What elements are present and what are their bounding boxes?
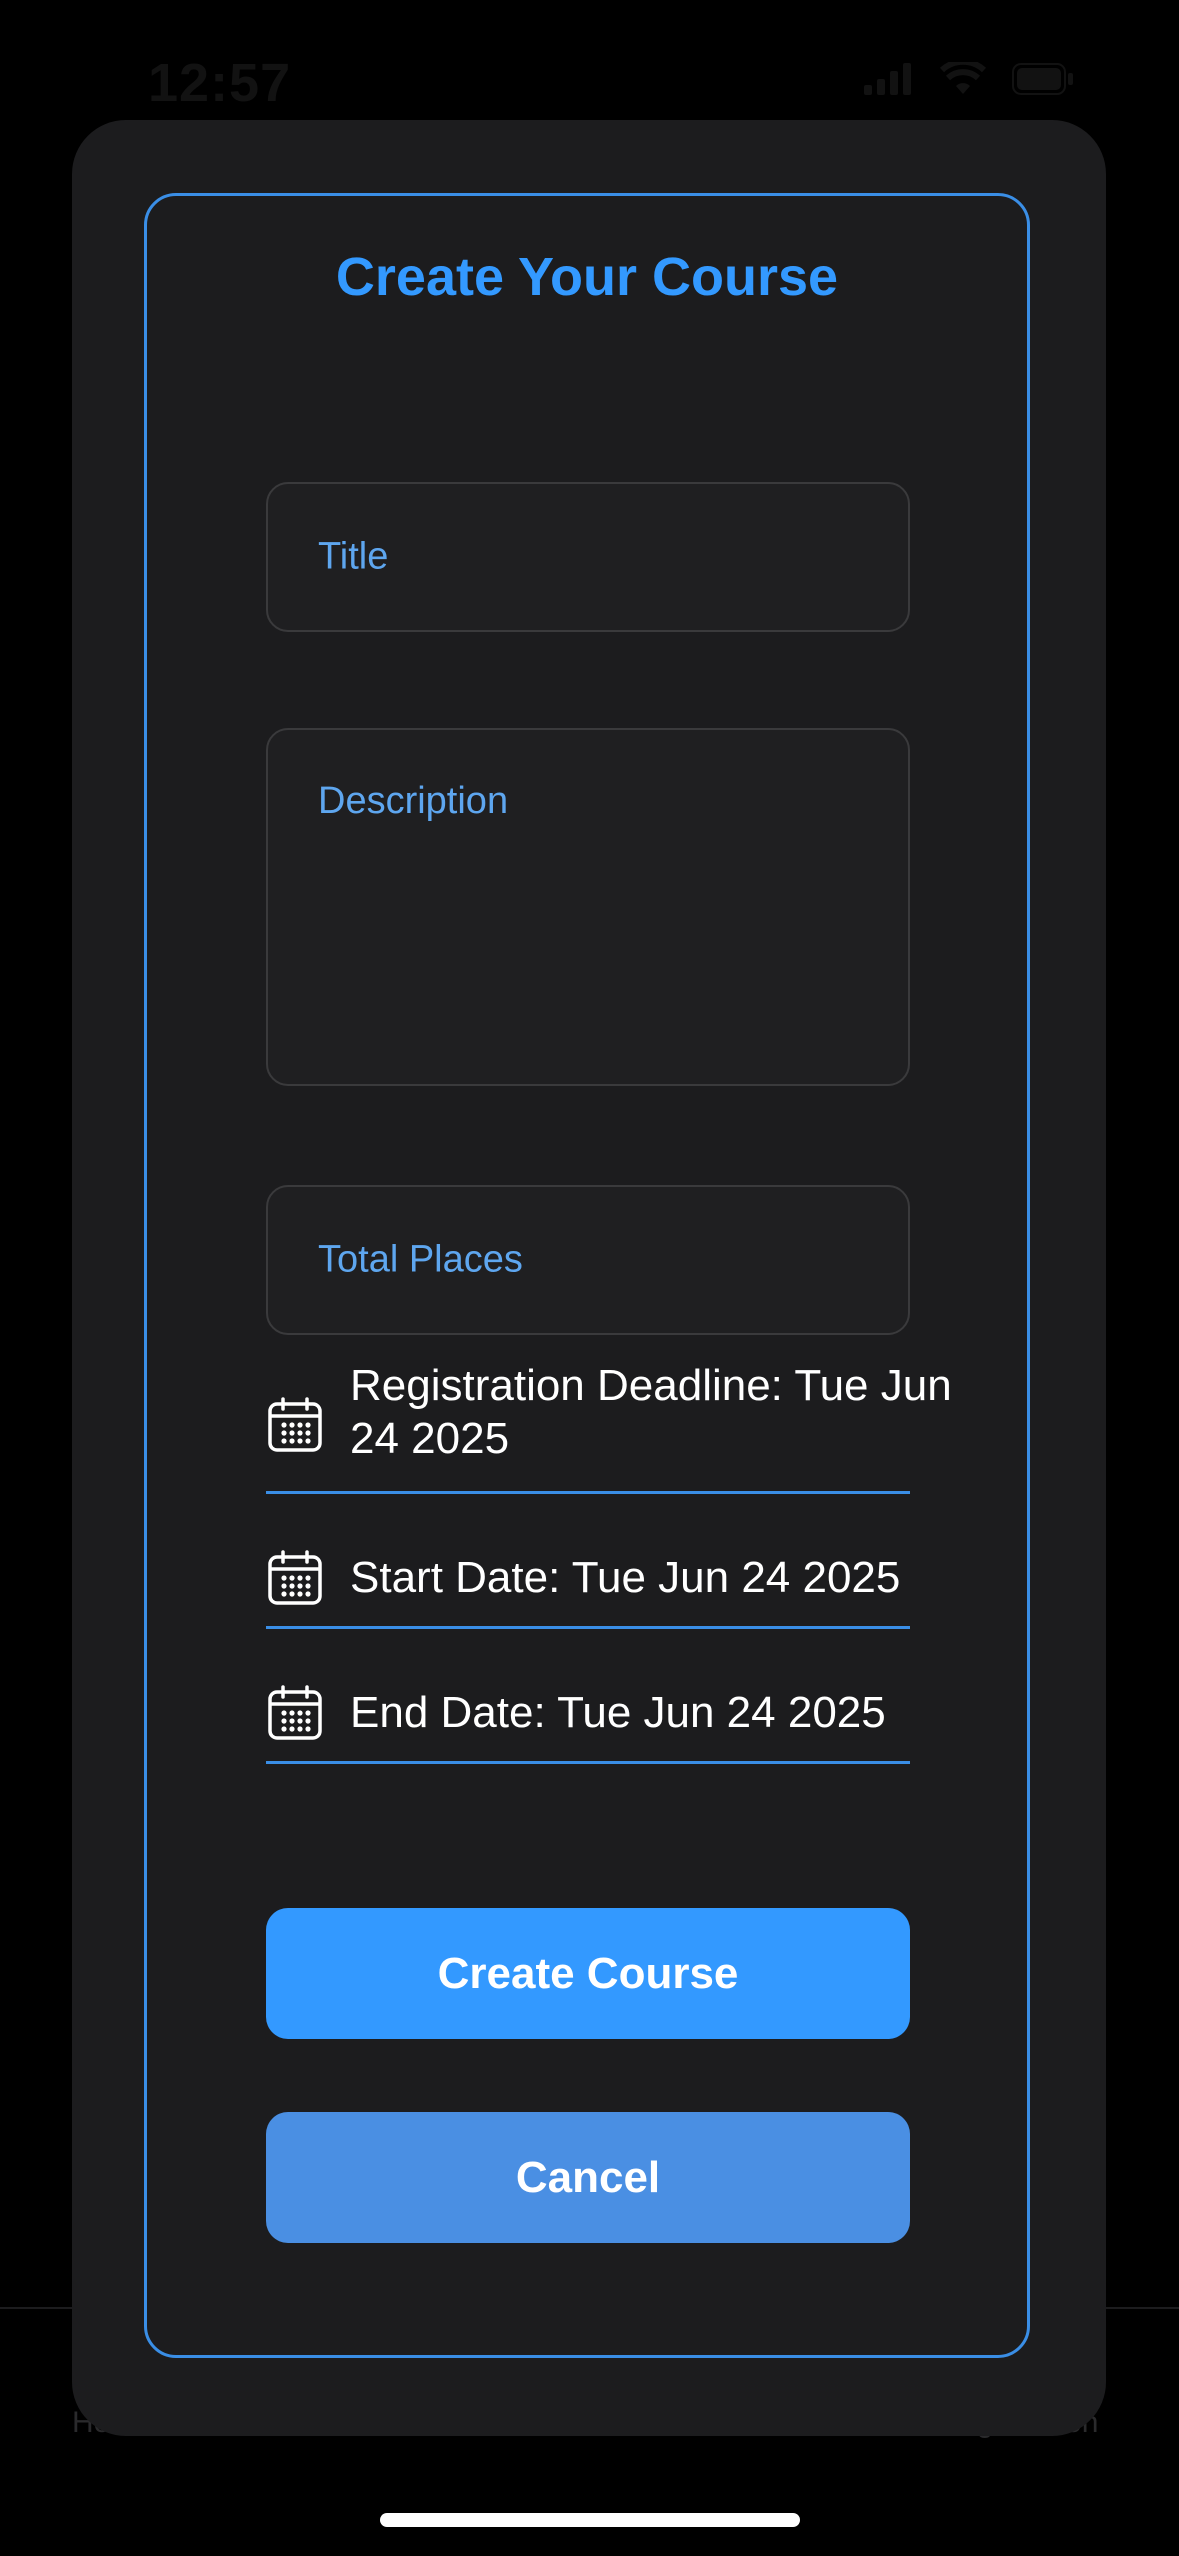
end-date-picker[interactable]: End Date: Tue Jun 24 2025	[266, 1674, 910, 1764]
description-placeholder: Description	[318, 780, 509, 822]
title-placeholder: Title	[318, 535, 389, 578]
title-input[interactable]: Title	[266, 482, 910, 632]
calendar-icon	[266, 1684, 324, 1742]
description-input[interactable]: Description	[266, 728, 910, 1086]
create-course-button[interactable]: Create Course	[266, 1908, 910, 2039]
start-date-picker[interactable]: Start Date: Tue Jun 24 2025	[266, 1539, 910, 1629]
status-icons	[864, 62, 1074, 96]
total-places-placeholder: Total Places	[318, 1238, 523, 1281]
wifi-icon	[940, 62, 986, 96]
battery-icon	[1012, 63, 1074, 95]
total-places-input[interactable]: Total Places	[266, 1185, 910, 1335]
cancel-button[interactable]: Cancel	[266, 2112, 910, 2243]
calendar-icon	[266, 1549, 324, 1607]
calendar-icon	[266, 1396, 324, 1454]
cellular-signal-icon	[864, 63, 914, 95]
form-title: Create Your Course	[335, 247, 839, 307]
status-time: 12:57	[148, 53, 292, 113]
modal-sheet: Create Your Course Title Description Tot…	[72, 120, 1106, 2436]
home-indicator[interactable]	[380, 2513, 800, 2527]
end-date-label: End Date: Tue Jun 24 2025	[350, 1688, 886, 1737]
registration-deadline-label: Registration Deadline: Tue Jun 24 2025	[350, 1361, 952, 1463]
start-date-label: Start Date: Tue Jun 24 2025	[350, 1553, 901, 1602]
registration-deadline-picker[interactable]: Registration Deadline: Tue Jun 24 2025	[266, 1357, 952, 1494]
create-course-form: Create Your Course Title Description Tot…	[144, 193, 1030, 2358]
